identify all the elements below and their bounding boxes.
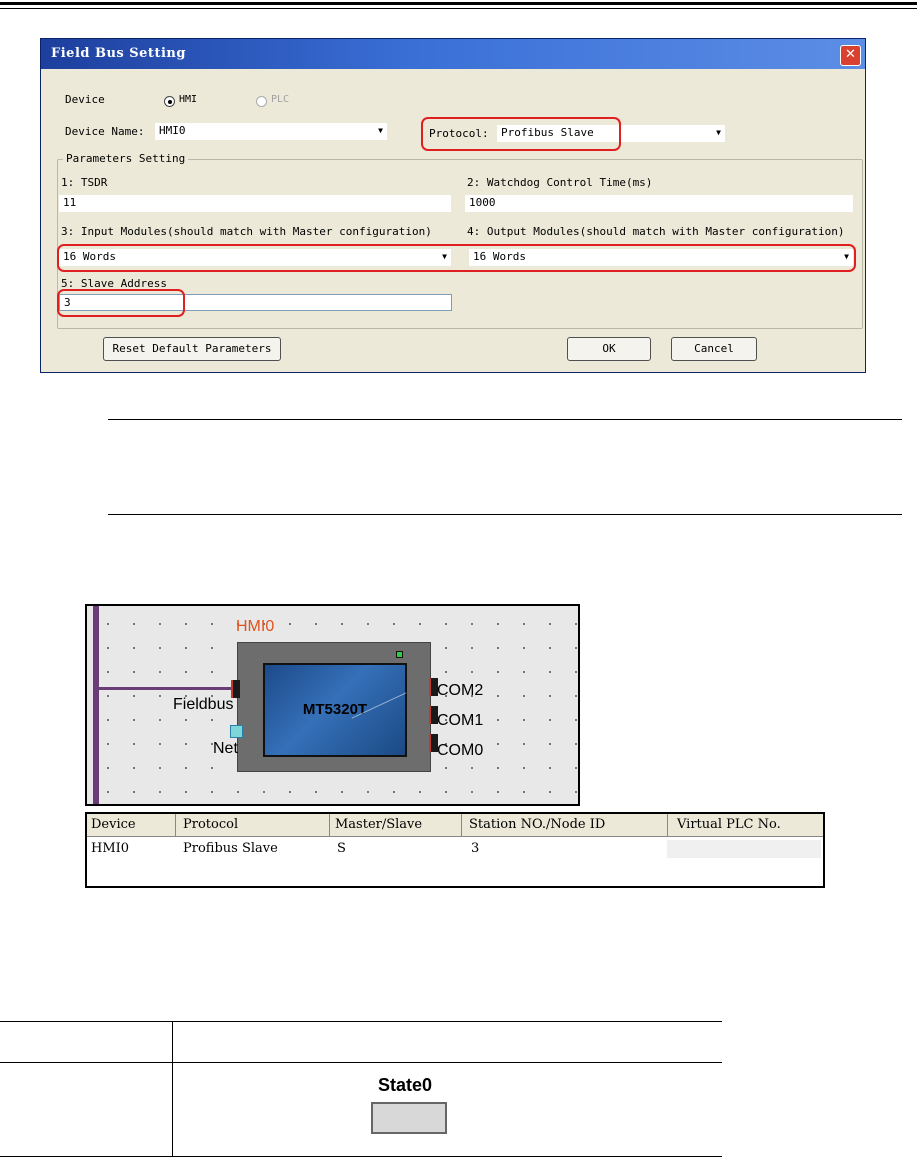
fieldbus-label: Fieldbus bbox=[173, 696, 234, 713]
chevron-down-icon: ▼ bbox=[716, 128, 721, 137]
fieldbus-bar bbox=[93, 606, 99, 804]
note-box bbox=[108, 419, 902, 515]
protocol-highlight bbox=[421, 117, 621, 151]
cancel-button[interactable]: Cancel bbox=[671, 337, 757, 361]
device-name-combo[interactable]: HMI0 ▼ bbox=[155, 123, 387, 140]
row-device: HMI0 bbox=[91, 841, 130, 856]
modules-highlight bbox=[57, 244, 856, 272]
col-divider bbox=[667, 814, 668, 836]
table-row[interactable]: HMI0 Profibus Slave S 3 bbox=[87, 838, 823, 860]
ok-button[interactable]: OK bbox=[567, 337, 651, 361]
dialog-titlebar: Field Bus Setting ✕ bbox=[41, 39, 865, 69]
col-divider bbox=[461, 814, 462, 836]
col-virtual-plc[interactable]: Virtual PLC No. bbox=[677, 817, 781, 832]
net-port-icon[interactable] bbox=[230, 725, 243, 738]
system-diagram: HMI0 MT5320T Fieldbus Net COM2 COM1 COM0 bbox=[85, 604, 580, 806]
com0-label: COM0 bbox=[437, 742, 484, 759]
field-bus-setting-dialog: Field Bus Setting ✕ Device HMI PLC Devic… bbox=[40, 38, 866, 373]
col-divider bbox=[175, 814, 176, 836]
watchdog-field[interactable]: 1000 bbox=[465, 195, 853, 212]
table-col-divider bbox=[172, 1021, 173, 1156]
col-device[interactable]: Device bbox=[91, 817, 136, 832]
reset-default-parameters-button[interactable]: Reset Default Parameters bbox=[103, 337, 281, 361]
com2-label: COM2 bbox=[437, 682, 484, 699]
device-radio-plc[interactable] bbox=[256, 96, 267, 107]
chevron-down-icon: ▼ bbox=[378, 126, 383, 135]
device-table-header: Device Protocol Master/Slave Station NO.… bbox=[87, 814, 823, 837]
slave-address-highlight bbox=[57, 289, 185, 317]
net-label: Net bbox=[213, 740, 238, 757]
status-led-icon bbox=[396, 651, 403, 658]
hmi-device[interactable]: MT5320T bbox=[237, 642, 431, 772]
device-label: Device bbox=[65, 93, 105, 106]
close-icon[interactable]: ✕ bbox=[840, 45, 861, 66]
device-option-plc: PLC bbox=[271, 94, 290, 105]
tsdr-field[interactable]: 11 bbox=[59, 195, 451, 212]
row-protocol: Profibus Slave bbox=[183, 841, 278, 856]
state-button-preview[interactable] bbox=[371, 1102, 447, 1134]
col-master-slave[interactable]: Master/Slave bbox=[335, 817, 422, 832]
device-option-hmi: HMI bbox=[179, 94, 198, 105]
parameters-group-title: Parameters Setting bbox=[63, 152, 189, 165]
row-virtual-plc bbox=[667, 840, 821, 858]
input-modules-label: 3: Input Modules(should match with Maste… bbox=[61, 225, 432, 238]
header-rule bbox=[0, 2, 917, 5]
row-station-no: 3 bbox=[471, 841, 480, 856]
hmi-name: HMI0 bbox=[236, 618, 275, 635]
dialog-title: Field Bus Setting bbox=[51, 46, 186, 61]
device-name-value: HMI0 bbox=[159, 124, 186, 137]
row-master-slave: S bbox=[337, 841, 346, 856]
col-divider bbox=[329, 814, 330, 836]
hmi-screen: MT5320T bbox=[263, 663, 407, 757]
device-name-label: Device Name: bbox=[65, 125, 145, 138]
device-radio-hmi[interactable] bbox=[164, 96, 175, 107]
col-protocol[interactable]: Protocol bbox=[183, 817, 238, 832]
table-bottom-rule bbox=[0, 1156, 722, 1157]
state-label: State0 bbox=[378, 1075, 433, 1095]
tsdr-label: 1: TSDR bbox=[61, 176, 108, 189]
watchdog-label: 2: Watchdog Control Time(ms) bbox=[467, 176, 653, 189]
watchdog-value: 1000 bbox=[469, 196, 496, 209]
table-top-rule bbox=[0, 1021, 722, 1022]
col-station-no[interactable]: Station NO./Node ID bbox=[469, 817, 605, 832]
tsdr-value: 11 bbox=[63, 196, 77, 209]
com1-label: COM1 bbox=[437, 712, 484, 729]
header-rule-thin bbox=[0, 8, 917, 9]
fieldbus-line bbox=[99, 687, 231, 690]
output-modules-label: 4: Output Modules(should match with Mast… bbox=[467, 225, 845, 238]
table-mid-rule bbox=[0, 1062, 722, 1063]
device-table: Device Protocol Master/Slave Station NO.… bbox=[85, 812, 825, 888]
